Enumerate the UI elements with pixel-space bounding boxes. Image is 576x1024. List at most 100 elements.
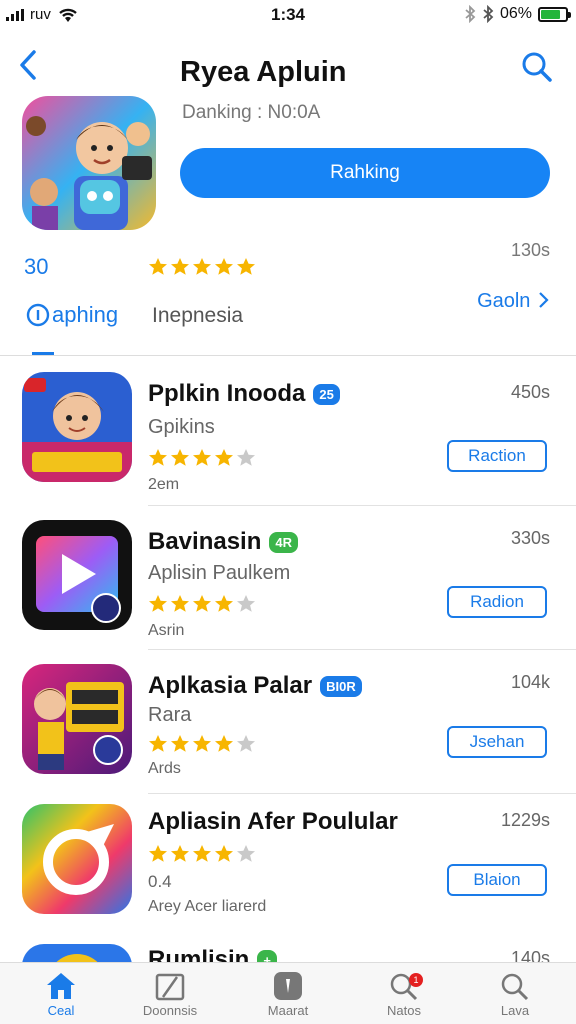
rating-stars: [148, 594, 258, 618]
app-meta: Asrin: [148, 622, 185, 639]
app-name: Pplkin Inooda 25: [148, 380, 340, 408]
tab-natos[interactable]: 1 Natos: [349, 971, 459, 1018]
app-meta: 0.4: [148, 872, 172, 891]
app-developer: Aplisin Paulkem: [148, 562, 291, 584]
tab-maarat[interactable]: Maarat: [233, 971, 343, 1018]
stat-value: 130s: [510, 240, 550, 260]
search-icon: [501, 973, 529, 1001]
battery-icon: [538, 6, 571, 22]
tab-lava[interactable]: Lava: [460, 971, 570, 1018]
tab-label: Maarat: [267, 1003, 309, 1018]
star-icon: [237, 845, 255, 862]
star-icon: [171, 449, 189, 466]
app-meta: Ards: [148, 760, 181, 777]
app-icon: [22, 96, 156, 230]
hero-rating-stars: [148, 257, 258, 281]
star-icon: [171, 258, 189, 275]
star-icon: [149, 595, 167, 612]
star-icon: [215, 735, 233, 752]
app-developer: Rara: [148, 704, 192, 726]
ranking-button[interactable]: Rahking: [180, 148, 550, 198]
bluetooth-icon: [483, 5, 494, 23]
tab-inepnesia[interactable]: Inepnesia: [152, 304, 243, 328]
star-icon: [171, 595, 189, 612]
battery-percent: 06%: [499, 5, 532, 22]
app-name: Bavinasin 4R: [148, 528, 299, 556]
app-badge: BI0R: [320, 676, 362, 698]
star-icon: [149, 258, 167, 275]
star-icon: [193, 845, 211, 862]
status-bar: ruv 1:34 06%: [0, 0, 576, 30]
tab-label: Doonnsis: [142, 1003, 198, 1018]
page-subtitle: Danking : N0:0A: [182, 102, 321, 123]
list-item[interactable]: Aplkasia Palar BI0R Rara Ards 104k Jsehan: [0, 650, 576, 794]
app-size: 450s: [510, 382, 550, 402]
app-name: Aplkasia Palar BI0R: [148, 672, 362, 700]
tab-aphing-label: aphing: [52, 302, 119, 327]
get-button[interactable]: Raction: [447, 440, 547, 472]
rating-stars: [148, 448, 258, 472]
rating-stars: [148, 734, 258, 758]
get-button[interactable]: Jsehan: [447, 726, 547, 758]
divider: [0, 355, 576, 356]
tab-label: Lava: [500, 1003, 530, 1018]
app-developer: Gpikins: [148, 416, 215, 438]
get-button[interactable]: Blaion: [447, 864, 547, 896]
tab-label: Ceal: [47, 1003, 75, 1018]
star-icon: [149, 449, 167, 466]
bluetooth-icon: [465, 5, 476, 23]
book-icon: [155, 973, 185, 1001]
app-icon: [22, 372, 132, 482]
star-icon: [193, 449, 211, 466]
app-icon: [22, 664, 132, 774]
tab-today[interactable]: Ceal: [6, 971, 116, 1018]
app-meta: 2em: [148, 476, 180, 493]
app-badge: 4R: [269, 532, 299, 554]
app-size: 1229s: [500, 810, 550, 830]
back-chevron-icon[interactable]: [16, 48, 42, 82]
app-developer: Arey Acer liarerd: [148, 898, 267, 915]
notification-badge: 1: [409, 973, 423, 987]
star-icon: [171, 735, 189, 752]
star-icon: [215, 258, 233, 275]
get-button[interactable]: Radion: [447, 586, 547, 618]
app-icon: [22, 520, 132, 630]
app-badge: 25: [313, 384, 340, 406]
star-icon: [149, 845, 167, 862]
tab-bar: Ceal Doonnsis Maarat 1 Natos Lava: [0, 962, 576, 1024]
star-icon: [237, 735, 255, 752]
search-icon[interactable]: [520, 50, 554, 84]
see-all-label: Gaoln: [477, 290, 531, 312]
star-icon: [193, 595, 211, 612]
star-icon: [215, 449, 233, 466]
app-icon: [22, 804, 132, 914]
app-icon: [22, 944, 132, 964]
list-item[interactable]: Rumlisin + 140s: [0, 938, 576, 964]
page-title: Ryea Apluin: [180, 56, 347, 88]
star-icon: [215, 845, 233, 862]
star-icon: [193, 258, 211, 275]
app-size: 104k: [510, 672, 550, 692]
home-icon: [47, 973, 75, 999]
app-name: Apliasin Afer Poulular: [148, 808, 398, 835]
star-icon: [215, 595, 233, 612]
tab-label: Natos: [387, 1003, 421, 1018]
rating-stars: [148, 844, 258, 868]
app-icon: [274, 972, 302, 1000]
tab-doonnsis[interactable]: Doonnsis: [115, 971, 225, 1018]
tab-aphing[interactable]: aphing: [26, 302, 118, 328]
star-icon: [237, 595, 255, 612]
star-icon: [171, 845, 189, 862]
list-item[interactable]: Pplkin Inooda 25 Gpikins 2em 450s Raction: [0, 362, 576, 506]
chevron-right-icon: [539, 292, 549, 308]
list-item[interactable]: Apliasin Afer Poulular 0.4 Arey Acer lia…: [0, 794, 576, 938]
star-icon: [237, 449, 255, 466]
rating-count: 30: [24, 254, 49, 279]
app-size: 330s: [510, 528, 550, 548]
star-icon: [149, 735, 167, 752]
list-item[interactable]: Bavinasin 4R Aplisin Paulkem Asrin 330s R…: [0, 506, 576, 650]
star-icon: [237, 258, 255, 275]
see-all-link[interactable]: Gaoln: [477, 290, 550, 313]
star-icon: [193, 735, 211, 752]
info-circle-icon: [26, 303, 50, 327]
